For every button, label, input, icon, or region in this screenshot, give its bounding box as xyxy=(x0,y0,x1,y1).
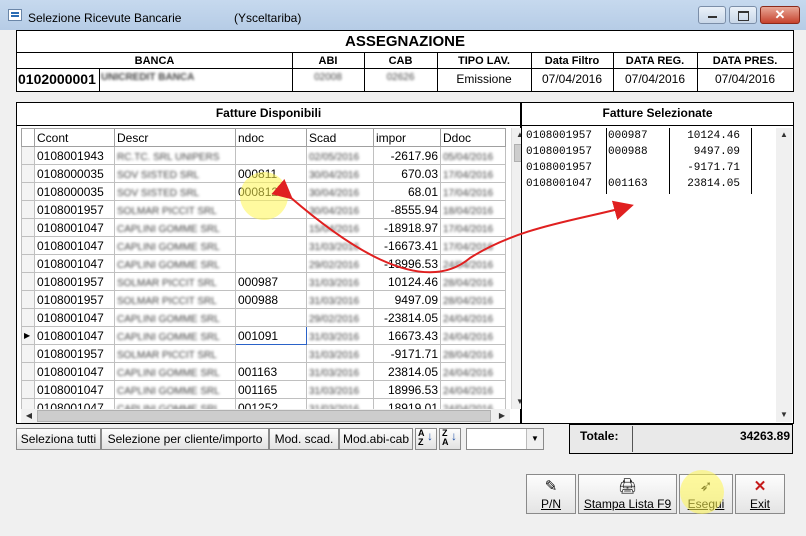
arrow-path xyxy=(271,178,634,274)
annotation-arrow xyxy=(271,178,634,274)
app-window: Selezione Ricevute Bancarie (Ysceltariba… xyxy=(0,0,806,536)
